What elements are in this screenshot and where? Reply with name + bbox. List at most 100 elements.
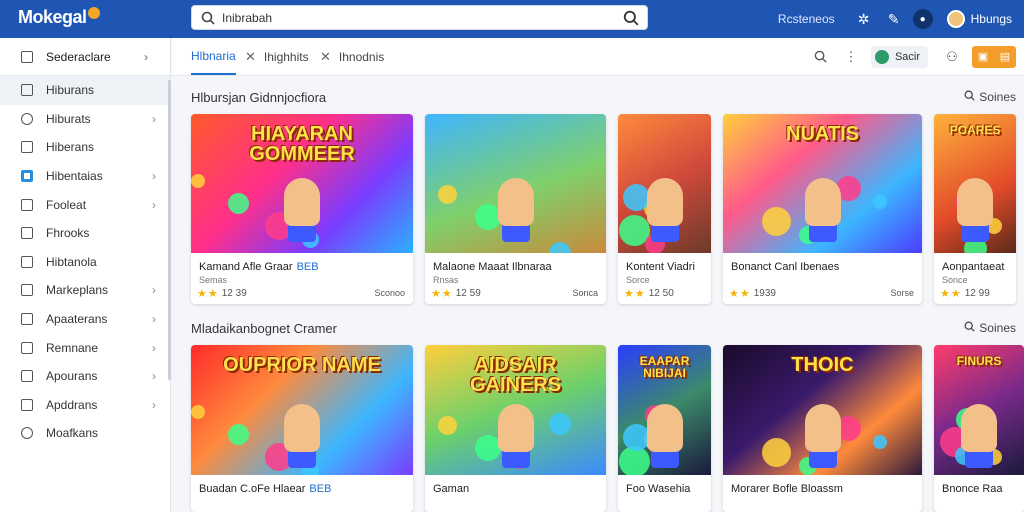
decor-bubble	[799, 457, 817, 475]
tab-1[interactable]: Hlbnaria	[191, 38, 236, 75]
sidebar-scrollbar[interactable]	[168, 80, 171, 380]
game-title[interactable]: Bonanct Canl Ibenaes	[731, 261, 839, 273]
game-card[interactable]: AIDSAIR GAINERS Gaman	[425, 345, 606, 512]
star-icon: ★	[624, 288, 634, 300]
game-card[interactable]: POARES Aonpantaeat Sonce ★ ★ 12 99	[934, 114, 1016, 304]
sidebar-item[interactable]: Hiberans	[0, 133, 170, 162]
sidebar-item-label: Hibtanola	[46, 254, 97, 269]
game-card[interactable]: Kontent Viadri Sorce ★ ★ 12 50	[618, 114, 711, 304]
rating-value: 12 39	[221, 288, 247, 299]
game-title[interactable]: Kamand Afle Graar BEB	[199, 261, 319, 273]
profile-pill[interactable]: Sacir	[870, 45, 928, 68]
game-card[interactable]: OUPRIOR NAME Buadan C.oFe Hlaear BEB	[191, 345, 413, 512]
see-more-link[interactable]: Soines	[964, 321, 1016, 335]
star-icon: ★	[634, 288, 645, 300]
game-thumbnail[interactable]: POARES	[934, 114, 1016, 253]
character-illustration	[497, 404, 534, 452]
more-vertical-icon[interactable]: ⋮	[841, 47, 861, 67]
avatar[interactable]	[946, 10, 965, 28]
see-more-link[interactable]: Soines	[964, 90, 1016, 104]
game-title[interactable]: Buadan C.oFe Hlaear BEB	[199, 483, 331, 495]
character-illustration	[804, 404, 841, 452]
game-price: Sonca	[572, 288, 598, 298]
notification-icon[interactable]: ●	[912, 9, 933, 29]
sidebar-item[interactable]: Fooleat ›	[0, 190, 170, 219]
game-thumbnail[interactable]	[425, 114, 606, 253]
search-icon	[200, 10, 216, 26]
gamepad-icon[interactable]: ⚇	[942, 47, 962, 67]
sidebar-item[interactable]: Apaaterans ›	[0, 305, 170, 334]
game-subtitle: Sorce	[626, 275, 650, 285]
game-title[interactable]: Malaone Maaat Ilbnaraa	[433, 261, 552, 273]
sidebar-item-label: Apddrans	[46, 397, 98, 412]
search-icon[interactable]	[811, 47, 831, 67]
tab-3[interactable]: ✕ Ihnodnis	[320, 38, 384, 75]
sidebar-item[interactable]: Apddrans ›	[0, 391, 170, 420]
game-rating: ★ ★ 12 99	[940, 287, 990, 300]
bag-icon: ▣	[977, 51, 989, 63]
search-input[interactable]	[222, 7, 622, 28]
tab-label: Ihighhits	[263, 49, 309, 64]
game-card[interactable]: FINURS Bnonce Raa	[934, 345, 1024, 512]
game-card[interactable]: THOIC Morarer Bofle Bloassm	[723, 345, 922, 512]
chevron-right-icon: ›	[152, 340, 156, 355]
close-icon[interactable]: ✕	[245, 49, 256, 65]
game-card[interactable]: NUATIS Bonanct Canl Ibenaes ★ ★ 1939 Sorse	[723, 114, 922, 304]
game-title-text: Gaman	[433, 483, 470, 495]
game-title[interactable]: Aonpantaeat	[942, 261, 1004, 273]
tab-2[interactable]: ✕ Ihighhits	[245, 38, 309, 75]
edit-icon	[20, 312, 34, 326]
cart-button[interactable]: ▣ ▤	[972, 45, 1016, 68]
search-bar[interactable]	[191, 5, 648, 30]
game-title-text: Buadan C.oFe Hlaear	[199, 483, 306, 495]
game-card[interactable]: Malaone Maaat Ilbnaraa Rnsas ★ ★ 12 59 Sonca	[425, 114, 606, 304]
game-title[interactable]: Kontent Viadri	[626, 261, 695, 273]
sidebar-item[interactable]: Remnane ›	[0, 333, 170, 362]
sidebar-item[interactable]: Moafkans	[0, 419, 170, 448]
edit-icon[interactable]: ✎	[883, 8, 905, 30]
sidebar-item[interactable]: Hiburans	[0, 76, 170, 105]
sidebar-item[interactable]: Hibtanola	[0, 248, 170, 277]
top-link[interactable]: Rcsteneos	[778, 12, 835, 26]
close-icon[interactable]: ✕	[320, 49, 331, 65]
game-title[interactable]: Morarer Bofle Bloassm	[731, 483, 843, 495]
sidebar-item[interactable]: Markeplans ›	[0, 276, 170, 305]
game-title[interactable]: Bnonce Raa	[942, 483, 1003, 495]
app-logo[interactable]: Mokegal	[18, 7, 100, 28]
sidebar-item[interactable]: Apourans ›	[0, 362, 170, 391]
decor-bubble	[873, 195, 887, 209]
game-card[interactable]: EAAPAR NIBIJAI Foo Wasehia	[618, 345, 711, 512]
search-submit-icon[interactable]	[623, 10, 639, 29]
sidebar-item[interactable]: Fhrooks	[0, 219, 170, 248]
game-title-text: Malaone Maaat Ilbnaraa	[433, 261, 552, 273]
game-title[interactable]: Foo Wasehia	[626, 483, 690, 495]
game-thumbnail[interactable]: OUPRIOR NAME	[191, 345, 413, 475]
game-thumbnail[interactable]: FINURS	[934, 345, 1024, 475]
chevron-right-icon: ›	[152, 283, 156, 298]
game-thumbnail[interactable]: NUATIS	[723, 114, 922, 253]
game-card[interactable]: HIAYARAN GOMMEER Kamand Afle Graar BEB Sema…	[191, 114, 413, 304]
sidebar-item[interactable]: Hibentaias ›	[0, 162, 170, 191]
game-title[interactable]: Gaman	[433, 483, 469, 495]
sidebar-header[interactable]: Sederaclare ›	[0, 38, 170, 76]
game-title-text: Aonpantaeat	[942, 261, 1005, 273]
game-thumbnail[interactable]: EAAPAR NIBIJAI	[618, 345, 711, 475]
game-subtitle: Sonce	[942, 275, 968, 285]
character-illustration	[957, 177, 993, 226]
sidebar-item[interactable]: Hiburats ›	[0, 105, 170, 134]
search-icon	[964, 90, 975, 104]
user-name[interactable]: Hbungs	[971, 12, 1012, 26]
star-icon: ★	[207, 288, 218, 300]
rating-value: 12 59	[455, 288, 481, 299]
game-thumbnail[interactable]	[618, 114, 711, 253]
sidebar-item-label: Apaaterans	[46, 312, 108, 327]
settings-icon[interactable]: ✲	[853, 8, 875, 30]
game-thumbnail[interactable]: THOIC	[723, 345, 922, 475]
game-thumbnail[interactable]: HIAYARAN GOMMEER	[191, 114, 413, 253]
checkbox-icon	[20, 226, 34, 240]
decor-bubble	[799, 226, 817, 244]
game-title-text: Kamand Afle Graar	[199, 261, 293, 273]
thumbnail-title: HIAYARAN GOMMEER	[249, 123, 355, 165]
game-thumbnail[interactable]: AIDSAIR GAINERS	[425, 345, 606, 475]
search-icon	[964, 321, 975, 335]
